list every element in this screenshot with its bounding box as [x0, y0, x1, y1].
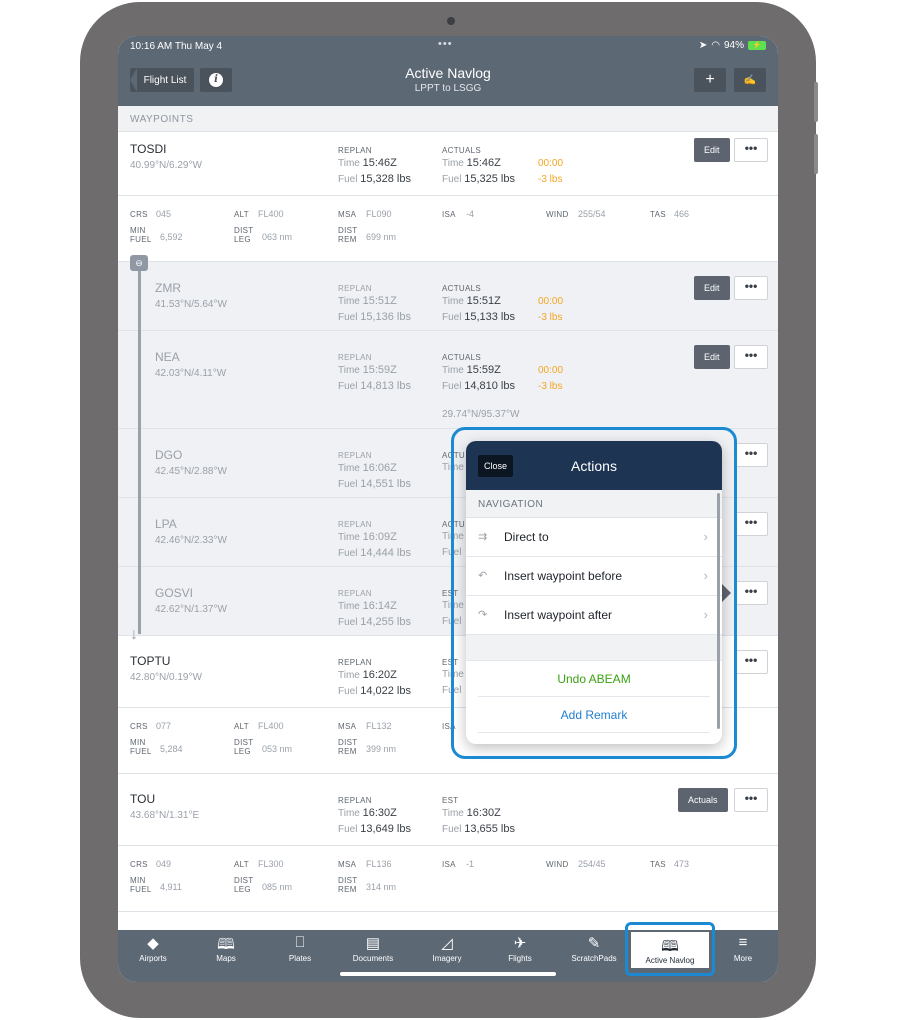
- more-button[interactable]: •••: [734, 512, 768, 536]
- battery-icon: ⚡: [748, 41, 766, 50]
- collapse-handle-icon[interactable]: ⊖: [130, 255, 148, 271]
- tab-scratchpads[interactable]: ✎ ScratchPads: [559, 930, 629, 970]
- waypoint-row-tou[interactable]: TOU 43.68°N/1.31°E REPLAN Time 16:30Z Fu…: [118, 774, 778, 846]
- replan-label: REPLAN: [338, 146, 372, 155]
- replan-fuel: Fuel 15,328 lbs: [338, 173, 411, 185]
- actual-time: Time 15:46Z: [442, 157, 501, 169]
- actual-fuel: Fuel 15,325 lbs: [442, 173, 515, 185]
- replan-time: Time 15:46Z: [338, 157, 397, 169]
- tab-flights[interactable]: ✈ Flights: [485, 930, 555, 970]
- more-button[interactable]: •••: [734, 443, 768, 467]
- documents-icon: ▤: [365, 935, 381, 952]
- edit-button[interactable]: Edit: [694, 138, 730, 162]
- plates-icon: ⎕: [295, 934, 305, 951]
- more-button[interactable]: •••: [734, 581, 768, 605]
- tab-documents[interactable]: ▤ Documents: [338, 930, 408, 970]
- waypoint-coord: 41.53°N/5.64°W: [155, 299, 227, 310]
- waypoint-row-zmr[interactable]: ZMR 41.53°N/5.64°W REPLAN Time 15:51Z Fu…: [118, 262, 778, 331]
- more-button[interactable]: •••: [734, 276, 768, 300]
- actuals-label: ACTUALS: [442, 146, 481, 155]
- tab-plates[interactable]: ⎕ Plates: [265, 930, 335, 970]
- maps-icon: 🕮: [217, 936, 235, 953]
- tab-maps[interactable]: 🕮 Maps: [191, 930, 261, 970]
- airports-icon: ◆: [147, 935, 159, 952]
- abeam-coord: 29.74°N/95.37°W: [442, 409, 520, 420]
- signature-button[interactable]: ✍: [734, 68, 766, 92]
- status-time: 10:16 AM Thu May 4: [130, 41, 223, 52]
- actuals-button[interactable]: Actuals: [678, 788, 728, 812]
- add-button[interactable]: +: [694, 68, 726, 92]
- volume-up-button: [814, 82, 818, 122]
- tab-more[interactable]: ≡ More: [708, 930, 778, 970]
- navigation-bar: 10:16 AM Thu May 4 ••• ➤ ◠ 94% ⚡ Flight …: [118, 36, 778, 106]
- waypoint-details-tosdi: CRS 045 ALT FL400 MSA FL090 ISA -4 WIND …: [118, 196, 778, 262]
- waypoint-details-tou: CRS 049 ALT FL300 MSA FL136 ISA -1 WIND …: [118, 846, 778, 912]
- route-connector-line: [138, 264, 141, 634]
- more-button[interactable]: •••: [734, 138, 768, 162]
- menu-icon: ≡: [738, 934, 748, 951]
- home-indicator[interactable]: [340, 972, 556, 976]
- waypoint-coord: 40.99°N/6.29°W: [130, 160, 202, 171]
- tab-airports[interactable]: ◆ Airports: [118, 930, 188, 970]
- front-camera: [447, 17, 455, 25]
- edit-button[interactable]: Edit: [694, 276, 730, 300]
- section-label: WAYPOINTS: [130, 114, 194, 125]
- battery-percent: 94%: [723, 40, 744, 51]
- more-button[interactable]: •••: [734, 345, 768, 369]
- route-subtitle: LPPT to LSGG: [414, 83, 482, 94]
- airplane-icon: ✈: [513, 935, 527, 952]
- waypoint-row-tosdi[interactable]: TOSDI 40.99°N/6.29°W REPLAN Time 15:46Z …: [118, 132, 778, 196]
- waypoints-section-header: WAYPOINTS: [118, 106, 778, 132]
- page-title: Active Navlog: [405, 65, 491, 81]
- status-indicators: ➤ ◠ 94% ⚡: [699, 40, 766, 51]
- popover-highlight: [451, 427, 737, 759]
- delta-time: 00:00: [538, 158, 564, 169]
- active-tab-highlight: [625, 922, 715, 976]
- imagery-icon: ◿: [441, 935, 453, 952]
- volume-down-button: [814, 134, 818, 174]
- more-button[interactable]: •••: [734, 650, 768, 674]
- pencil-icon: ✎: [587, 935, 601, 952]
- location-icon: ➤: [698, 40, 708, 51]
- more-button[interactable]: •••: [734, 788, 768, 812]
- waypoint-row-nea[interactable]: NEA 42.03°N/4.11°W REPLAN Time 15:59Z Fu…: [118, 331, 778, 429]
- waypoint-name: TOSDI: [130, 142, 167, 156]
- delta-fuel: -3 lbs: [538, 174, 563, 185]
- wifi-icon: ◠: [711, 40, 720, 51]
- waypoint-name: ZMR: [155, 281, 181, 295]
- multitask-dots[interactable]: •••: [438, 38, 453, 50]
- tab-imagery[interactable]: ◿ Imagery: [412, 930, 482, 970]
- edit-button[interactable]: Edit: [694, 345, 730, 369]
